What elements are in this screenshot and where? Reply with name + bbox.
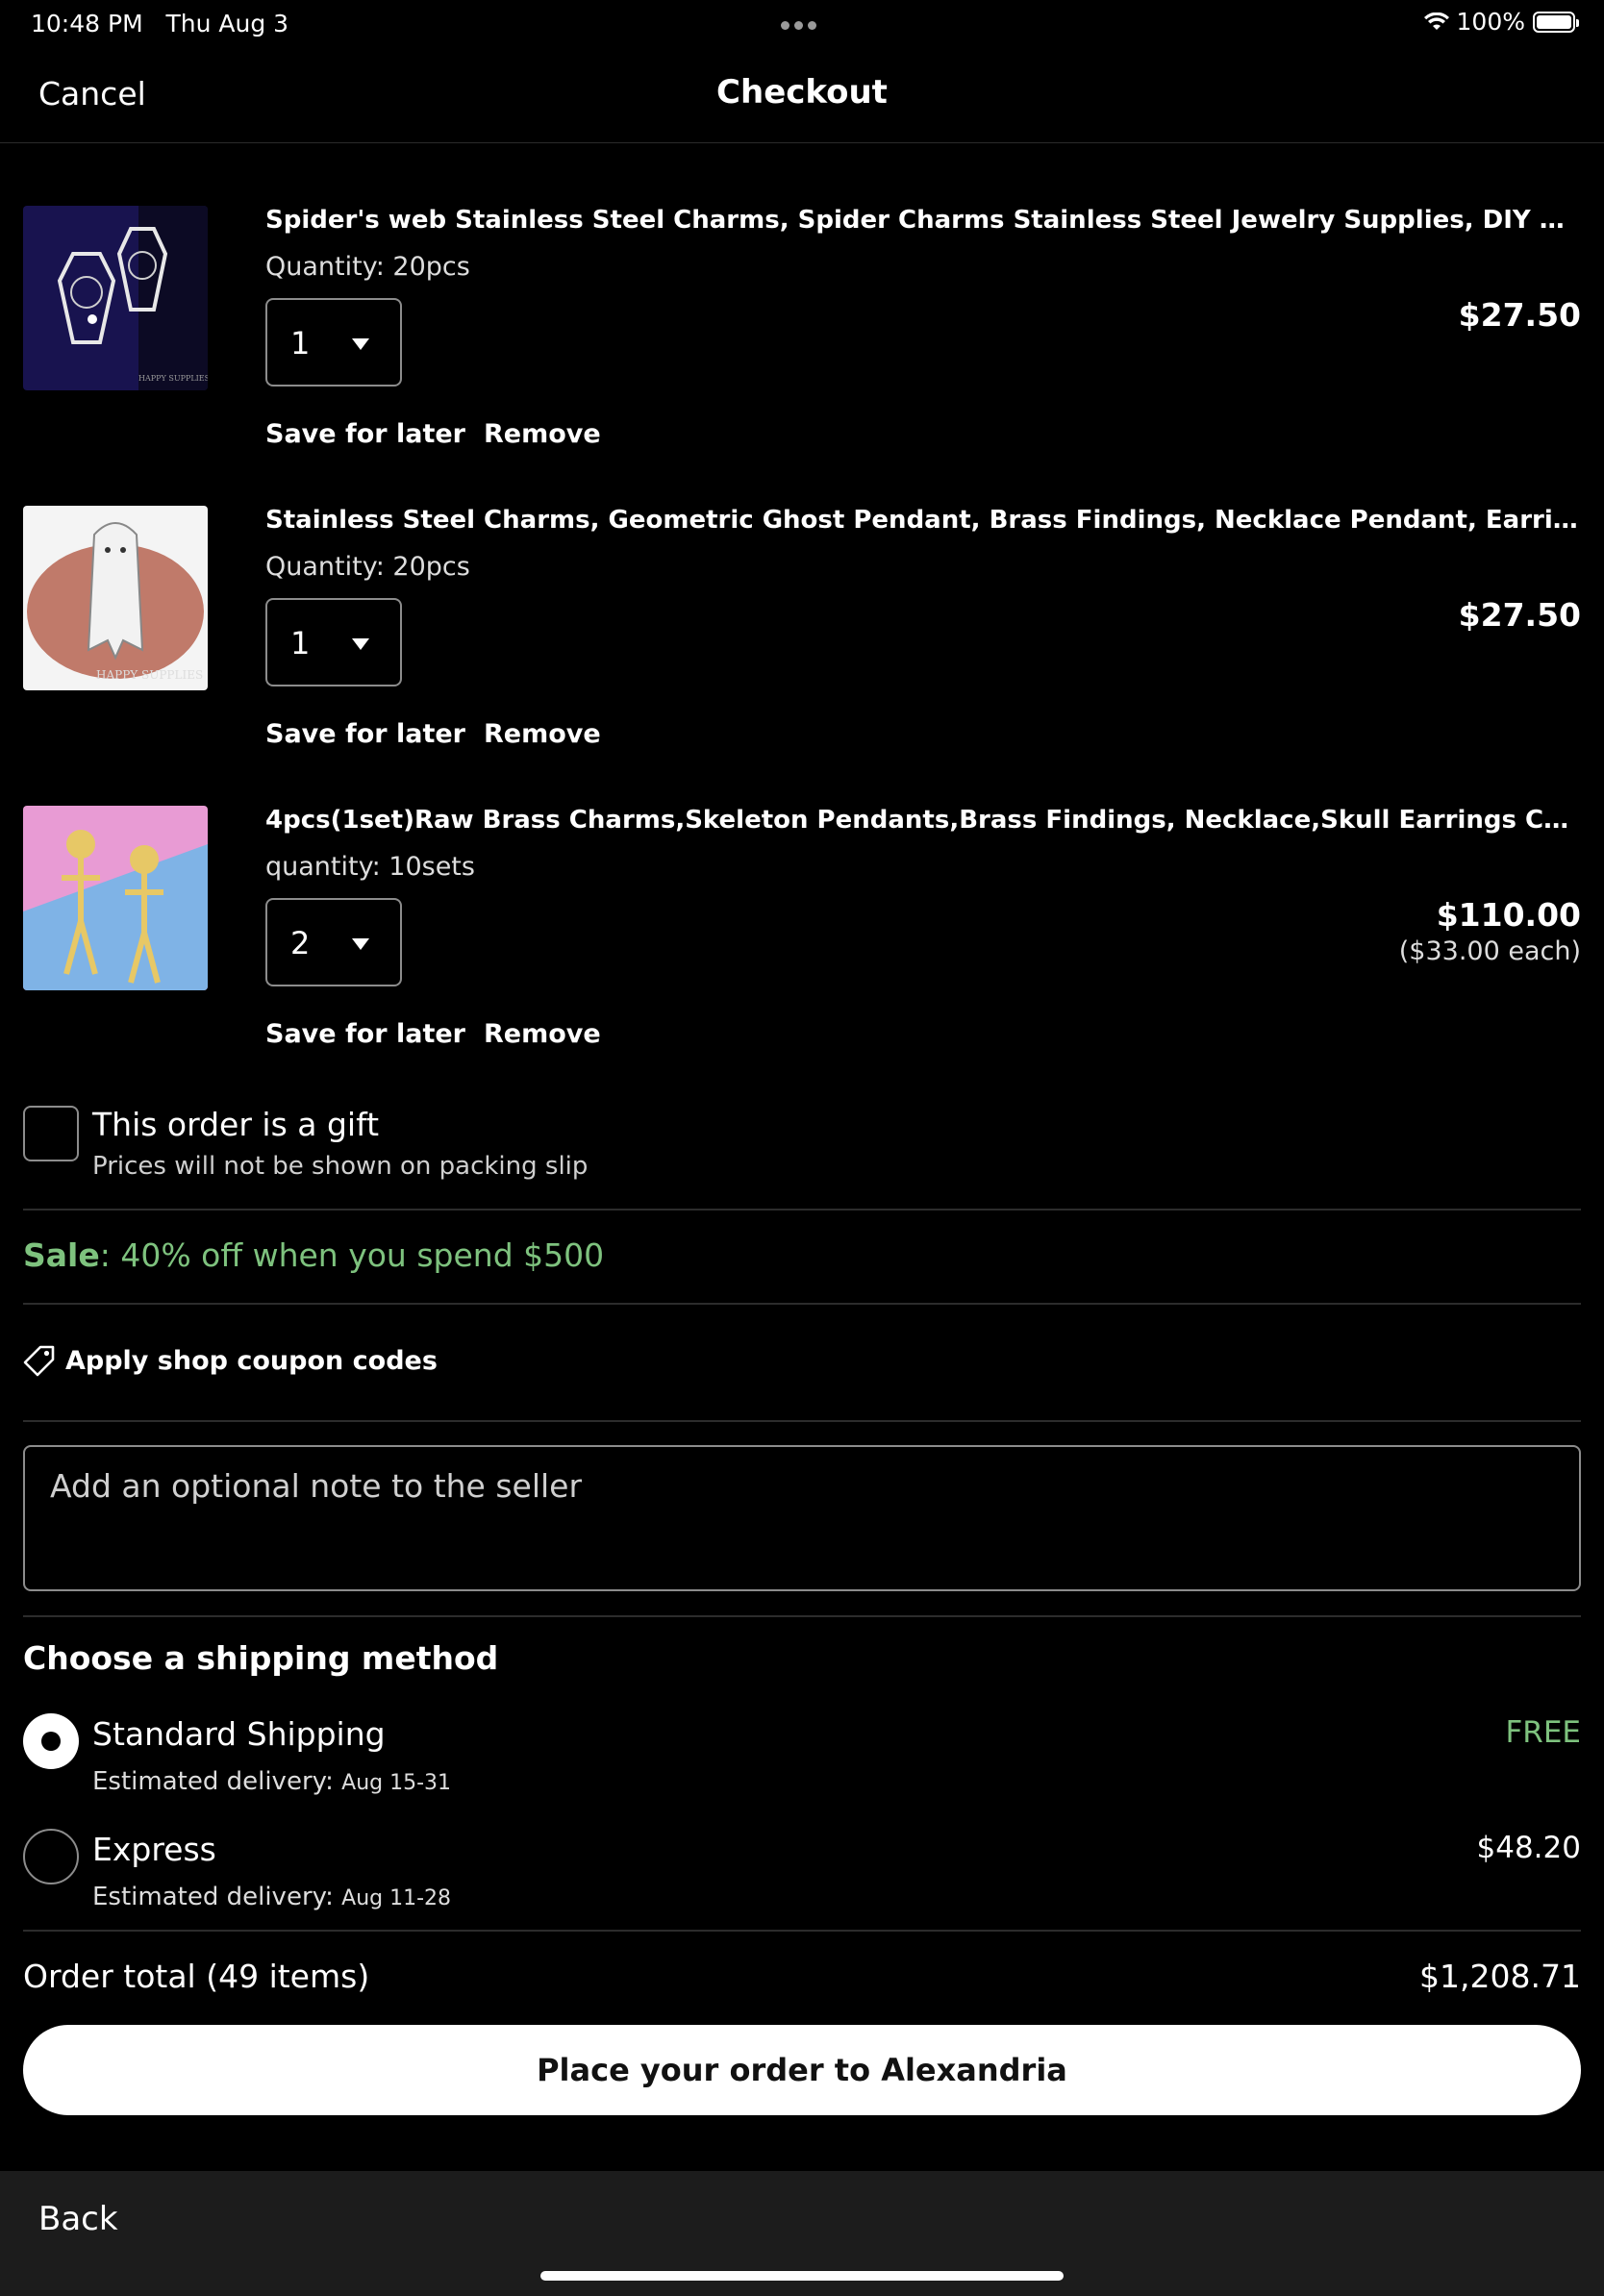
page-title: Checkout	[716, 73, 888, 112]
quantity-value: 1	[290, 325, 311, 362]
item-image-spider-web[interactable]: HAPPY SUPPLIES	[23, 206, 208, 390]
nav-bar: Cancel Checkout	[0, 44, 1604, 143]
item-price: $110.00	[1436, 896, 1581, 934]
divider	[23, 1303, 1581, 1305]
remove-button[interactable]: Remove	[484, 719, 601, 749]
standard-shipping-radio[interactable]	[23, 1713, 79, 1769]
order-total-label: Order total (49 items)	[23, 1958, 370, 1995]
remove-button[interactable]: Remove	[484, 419, 601, 449]
item-title[interactable]: Stainless Steel Charms, Geometric Ghost …	[265, 506, 1583, 535]
svg-text:HAPPY SUPPLIES: HAPPY SUPPLIES	[138, 374, 208, 383]
sale-banner: Sale: 40% off when you spend $500	[23, 1236, 605, 1274]
item-unit-price: ($33.00 each)	[1398, 936, 1581, 966]
item-quantity-label: quantity: 10sets	[265, 852, 475, 882]
svg-text:HAPPY SUPPLIES: HAPPY SUPPLIES	[96, 668, 203, 682]
item-quantity-label: Quantity: 20pcs	[265, 552, 470, 582]
apply-coupon-label: Apply shop coupon codes	[65, 1345, 438, 1376]
divider	[23, 1930, 1581, 1932]
shipping-option-price: $48.20	[1476, 1831, 1581, 1865]
seller-note-field[interactable]	[23, 1445, 1581, 1591]
status-bar: 10:48 PM Thu Aug 3 100%	[0, 0, 1604, 44]
place-order-button[interactable]: Place your order to Alexandria	[23, 2025, 1581, 2115]
bottom-bar: Back	[0, 2171, 1604, 2296]
shipping-option-delivery: Estimated delivery: Aug 11-28	[92, 1883, 452, 1911]
quantity-value: 2	[290, 925, 311, 961]
item-price: $27.50	[1458, 596, 1581, 634]
save-for-later-button[interactable]: Save for later	[265, 419, 465, 449]
gift-checkbox[interactable]	[23, 1106, 79, 1161]
apply-coupon-button[interactable]: Apply shop coupon codes	[23, 1344, 438, 1377]
seller-note-input[interactable]	[48, 1466, 1494, 1506]
home-indicator[interactable]	[540, 2271, 1064, 2281]
quantity-value: 1	[290, 625, 311, 661]
gift-label[interactable]: This order is a gift	[92, 1106, 379, 1143]
divider	[23, 1420, 1581, 1422]
shipping-heading: Choose a shipping method	[23, 1639, 499, 1677]
divider	[23, 1209, 1581, 1210]
shipping-option-delivery: Estimated delivery: Aug 15-31	[92, 1767, 452, 1796]
status-time: 10:48 PM Thu Aug 3	[31, 10, 289, 37]
quantity-select[interactable]: 1	[265, 298, 402, 387]
shipping-option-name[interactable]: Standard Shipping	[92, 1715, 386, 1753]
shipping-option-price: FREE	[1505, 1715, 1581, 1750]
divider	[23, 1615, 1581, 1617]
item-title[interactable]: 4pcs(1set)Raw Brass Charms,Skeleton Pend…	[265, 806, 1583, 835]
shipping-option-name[interactable]: Express	[92, 1831, 216, 1868]
express-shipping-radio[interactable]	[23, 1829, 79, 1884]
save-for-later-button[interactable]: Save for later	[265, 1019, 465, 1049]
caret-down-icon	[352, 338, 369, 350]
back-button[interactable]: Back	[38, 2200, 118, 2238]
caret-down-icon	[352, 638, 369, 650]
battery-percent: 100%	[1456, 8, 1525, 36]
gift-sublabel: Prices will not be shown on packing slip	[92, 1152, 589, 1181]
quantity-select[interactable]: 2	[265, 898, 402, 986]
tag-icon	[23, 1345, 55, 1377]
wifi-icon	[1423, 12, 1449, 30]
order-total-value: $1,208.71	[1419, 1958, 1581, 1995]
caret-down-icon	[352, 938, 369, 950]
item-title[interactable]: Spider's web Stainless Steel Charms, Spi…	[265, 206, 1583, 235]
item-quantity-label: Quantity: 20pcs	[265, 252, 470, 282]
item-image-skeleton[interactable]	[23, 806, 208, 990]
status-right: 100%	[1423, 8, 1579, 36]
save-for-later-button[interactable]: Save for later	[265, 719, 465, 749]
remove-button[interactable]: Remove	[484, 1019, 601, 1049]
quantity-select[interactable]: 1	[265, 598, 402, 686]
battery-icon	[1533, 11, 1579, 33]
item-image-ghost[interactable]: HAPPY SUPPLIES	[23, 506, 208, 690]
item-price: $27.50	[1458, 296, 1581, 334]
multitasking-dots-icon[interactable]	[781, 15, 823, 30]
